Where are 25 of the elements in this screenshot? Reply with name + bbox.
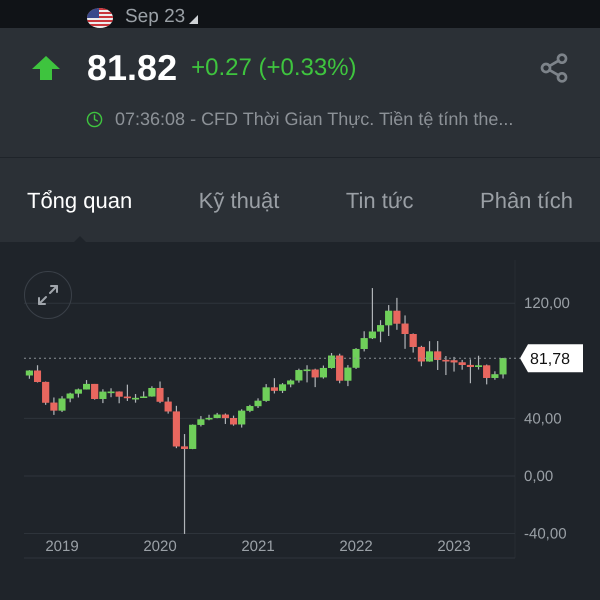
price: 81.82 bbox=[87, 50, 178, 86]
tab[interactable]: Tổng quan bbox=[27, 158, 132, 242]
axis-label: 2020 bbox=[143, 538, 177, 555]
quote-info: 07:36:08 - CFD Thời Gian Thực. Tiền tệ tính the... bbox=[115, 108, 514, 131]
arrow-up-icon bbox=[32, 56, 60, 80]
expand-icon bbox=[36, 283, 60, 307]
expand-button[interactable] bbox=[24, 271, 72, 319]
price-change: +0.27 (+0.33%) bbox=[191, 56, 357, 80]
tab[interactable]: Tin tức bbox=[346, 158, 414, 242]
axis-label: 2022 bbox=[339, 538, 373, 555]
axis-label: 2019 bbox=[45, 538, 79, 555]
ref-line-label: 81,78 bbox=[530, 351, 570, 368]
axis-label: 2023 bbox=[437, 538, 471, 555]
axis-label: 2021 bbox=[241, 538, 275, 555]
share-icon[interactable] bbox=[538, 52, 570, 84]
tab[interactable]: Kỹ thuật bbox=[198, 158, 280, 242]
axis-label: 120,00 bbox=[524, 295, 570, 312]
axis-label: -40,00 bbox=[524, 526, 567, 543]
clock-icon bbox=[86, 111, 103, 128]
contract-label[interactable]: Sep 23 bbox=[125, 6, 186, 28]
dropdown-icon bbox=[189, 15, 198, 24]
axis-label: 0,00 bbox=[524, 468, 554, 485]
tab[interactable]: Phân tích bbox=[480, 158, 573, 242]
axis-label: 40,00 bbox=[524, 410, 562, 428]
flag-icon bbox=[87, 8, 113, 28]
